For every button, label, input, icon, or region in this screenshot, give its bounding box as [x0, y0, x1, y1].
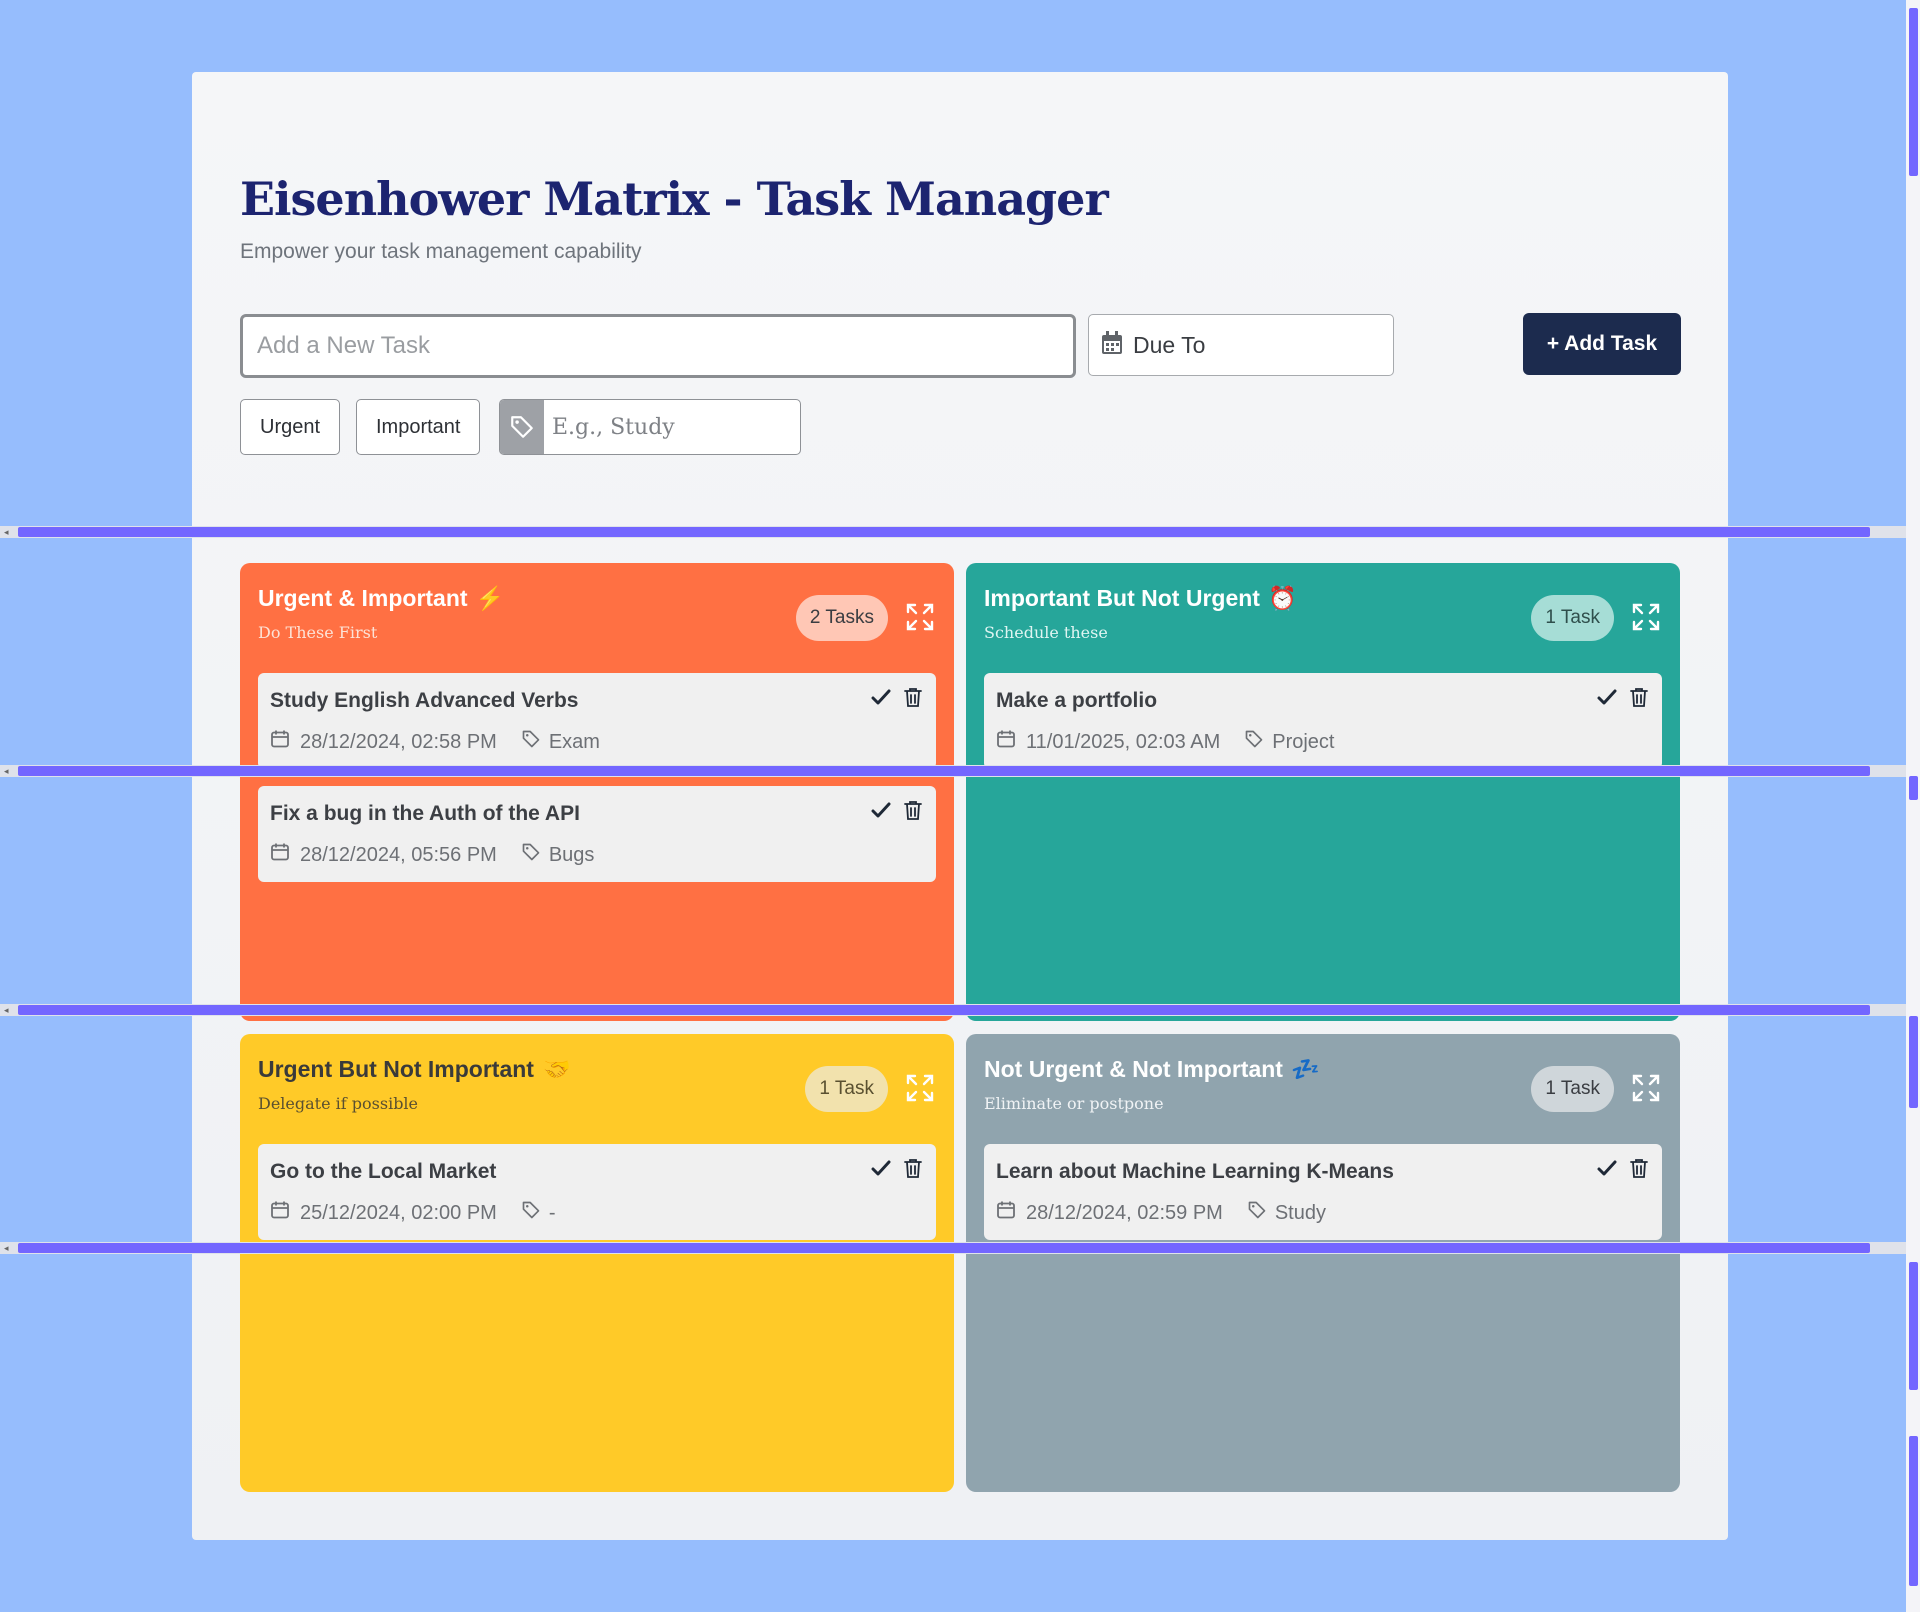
quadrant-name: Important But Not Urgent: [984, 585, 1260, 611]
task-card: Go to the Local Market 25/12/2024, 02:00…: [258, 1144, 936, 1240]
task-due-date: 25/12/2024, 02:00 PM: [300, 1201, 497, 1224]
task-title: Learn about Machine Learning K-Means: [996, 1160, 1394, 1183]
calendar-icon: [996, 1200, 1016, 1226]
vertical-scrollbar[interactable]: [1906, 0, 1920, 1612]
quadrant: Urgent & Important ⚡ Do These First 2 Ta…: [240, 563, 954, 1021]
calendar-icon: [996, 729, 1016, 755]
task-count-badge: 1 Task: [1531, 1066, 1614, 1112]
quadrant: Important But Not Urgent ⏰ Schedule thes…: [966, 563, 1680, 1021]
calendar-icon: [1101, 330, 1123, 360]
task-due-date: 11/01/2025, 02:03 AM: [1026, 730, 1221, 753]
quadrant-emoji-icon: ⏰: [1267, 585, 1297, 611]
new-task-input[interactable]: [240, 314, 1076, 378]
quadrant-title: Important But Not Urgent ⏰: [984, 585, 1297, 612]
main-panel: Eisenhower Matrix - Task Manager Empower…: [192, 72, 1728, 1540]
task-card: Learn about Machine Learning K-Means 28/…: [984, 1144, 1662, 1240]
tag-icon: [521, 1200, 541, 1226]
tag-icon: [1247, 1200, 1267, 1226]
check-icon[interactable]: [1596, 686, 1618, 713]
due-date-label: Due To: [1133, 331, 1206, 358]
check-icon[interactable]: [1596, 1157, 1618, 1184]
horizontal-scrollbar[interactable]: ◂▸: [0, 765, 1920, 777]
check-icon[interactable]: [870, 1157, 892, 1184]
urgent-toggle[interactable]: Urgent: [240, 399, 341, 455]
expand-icon[interactable]: [905, 1073, 935, 1103]
quadrant-name: Urgent & Important: [258, 585, 468, 611]
expand-icon[interactable]: [1631, 602, 1661, 632]
task-meta: 11/01/2025, 02:03 AM Project: [996, 729, 1334, 755]
quadrant: Not Urgent & Not Important 💤 Eliminate o…: [966, 1034, 1680, 1492]
task-count-badge: 2 Tasks: [795, 595, 888, 641]
horizontal-scrollbar[interactable]: ◂▸: [0, 1242, 1920, 1254]
task-meta: 28/12/2024, 02:58 PM Exam: [270, 729, 600, 755]
task-due-date: 28/12/2024, 02:58 PM: [300, 730, 497, 753]
quadrant-emoji-icon: ⚡: [475, 585, 505, 611]
trash-icon[interactable]: [1628, 686, 1650, 713]
task-card: Make a portfolio 11/01/2025, 02:03 AM Pr…: [984, 673, 1662, 769]
calendar-icon: [270, 1200, 290, 1226]
tag-icon: [521, 842, 541, 868]
task-tag: -: [548, 1201, 556, 1224]
task-meta: 28/12/2024, 02:59 PM Study: [996, 1200, 1326, 1226]
task-actions: [870, 686, 924, 713]
quadrant-title: Urgent & Important ⚡: [258, 585, 504, 612]
task-actions: [1596, 1157, 1650, 1184]
quadrant-subtitle: Do These First: [258, 623, 378, 642]
task-card: Fix a bug in the Auth of the API 28/12/2…: [258, 786, 936, 882]
task-title: Study English Advanced Verbs: [270, 689, 579, 712]
check-icon[interactable]: [870, 799, 892, 826]
task-actions: [870, 799, 924, 826]
important-toggle[interactable]: Important: [356, 399, 481, 455]
quadrant-name: Not Urgent & Not Important: [984, 1056, 1283, 1082]
quadrant-title: Not Urgent & Not Important 💤: [984, 1056, 1320, 1083]
task-meta: 25/12/2024, 02:00 PM -: [270, 1200, 556, 1226]
check-icon[interactable]: [870, 686, 892, 713]
calendar-icon: [270, 729, 290, 755]
quadrant-subtitle: Delegate if possible: [258, 1094, 419, 1113]
task-tag: Study: [1274, 1201, 1326, 1224]
task-count-badge: 1 Task: [805, 1066, 888, 1112]
trash-icon[interactable]: [902, 686, 924, 713]
task-card: Study English Advanced Verbs 28/12/2024,…: [258, 673, 936, 769]
quadrant-title: Urgent But Not Important 🤝: [258, 1056, 571, 1083]
page-title: Eisenhower Matrix - Task Manager: [240, 172, 1109, 226]
quadrant-subtitle: Eliminate or postpone: [984, 1094, 1164, 1113]
task-tag: Bugs: [548, 843, 595, 866]
page-subtitle: Empower your task management capability: [240, 240, 642, 263]
trash-icon[interactable]: [902, 1157, 924, 1184]
horizontal-scrollbar[interactable]: ◂▸: [0, 1004, 1920, 1016]
task-due-date: 28/12/2024, 05:56 PM: [300, 843, 497, 866]
task-meta: 28/12/2024, 05:56 PM Bugs: [270, 842, 594, 868]
quadrant-subtitle: Schedule these: [984, 623, 1108, 642]
task-actions: [870, 1157, 924, 1184]
task-count-badge: 1 Task: [1531, 595, 1614, 641]
tag-field: [499, 399, 801, 455]
due-date-picker[interactable]: Due To: [1088, 314, 1394, 376]
tag-icon: [500, 400, 544, 454]
trash-icon[interactable]: [902, 799, 924, 826]
expand-icon[interactable]: [905, 602, 935, 632]
tag-input[interactable]: [544, 400, 794, 454]
quadrant: Urgent But Not Important 🤝 Delegate if p…: [240, 1034, 954, 1492]
task-title: Go to the Local Market: [270, 1160, 497, 1183]
quadrant-emoji-icon: 🤝: [541, 1056, 571, 1082]
quadrant-emoji-icon: 💤: [1290, 1056, 1320, 1082]
task-title: Make a portfolio: [996, 689, 1158, 712]
task-tag: Exam: [548, 730, 600, 753]
calendar-icon: [270, 842, 290, 868]
tag-icon: [521, 729, 541, 755]
task-tag: Project: [1272, 730, 1335, 753]
add-task-button[interactable]: + Add Task: [1523, 313, 1681, 375]
tag-icon: [1244, 729, 1264, 755]
quadrant-name: Urgent But Not Important: [258, 1056, 534, 1082]
horizontal-scrollbar[interactable]: ◂▸: [0, 526, 1920, 538]
expand-icon[interactable]: [1631, 1073, 1661, 1103]
task-title: Fix a bug in the Auth of the API: [270, 802, 580, 825]
task-actions: [1596, 686, 1650, 713]
trash-icon[interactable]: [1628, 1157, 1650, 1184]
task-due-date: 28/12/2024, 02:59 PM: [1026, 1201, 1223, 1224]
